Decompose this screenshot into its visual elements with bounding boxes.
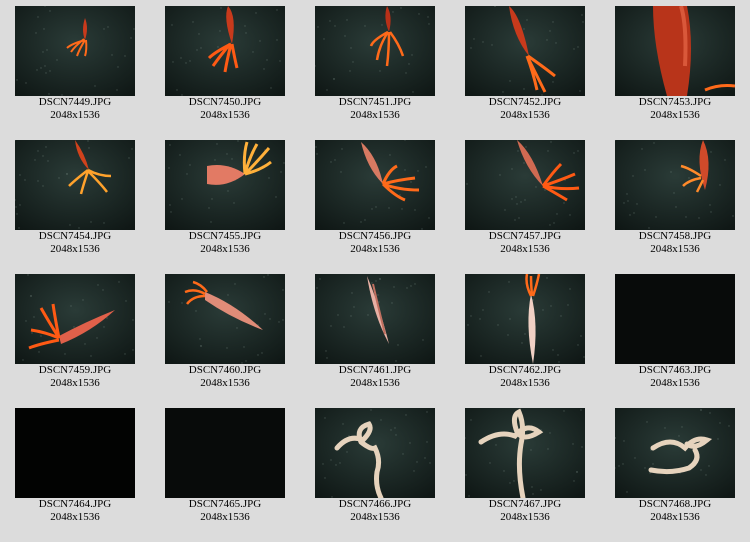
thumbnail-dimensions: 2048x1536: [350, 511, 400, 523]
thumbnail-image[interactable]: [315, 140, 435, 230]
thumbnail-image[interactable]: [315, 408, 435, 498]
thumbnail-filename: DSCN7456.JPG: [338, 230, 412, 242]
thumbnail-dimensions: 2048x1536: [200, 243, 250, 255]
thumbnail-item[interactable]: DSCN7453.JPG 2048x1536: [600, 0, 750, 130]
thumbnail-image[interactable]: [15, 6, 135, 96]
thumbnail-item[interactable]: DSCN7460.JPG 2048x1536: [150, 268, 300, 398]
thumbnail-filename: DSCN7452.JPG: [488, 96, 562, 108]
thumbnail-dimensions: 2048x1536: [50, 243, 100, 255]
thumbnail-filename: DSCN7465.JPG: [188, 498, 262, 510]
thumbnail-image[interactable]: [465, 274, 585, 364]
thumbnail-filename: DSCN7461.JPG: [338, 364, 412, 376]
thumbnail-image[interactable]: [465, 408, 585, 498]
thumbnail-filename: DSCN7468.JPG: [638, 498, 712, 510]
thumbnail-item[interactable]: DSCN7466.JPG 2048x1536: [300, 402, 450, 532]
thumbnail-dimensions: 2048x1536: [200, 109, 250, 121]
thumbnail-item[interactable]: DSCN7457.JPG 2048x1536: [450, 134, 600, 264]
thumbnail-image[interactable]: [165, 140, 285, 230]
thumbnail-dimensions: 2048x1536: [350, 377, 400, 389]
thumbnail-item[interactable]: DSCN7467.JPG 2048x1536: [450, 402, 600, 532]
thumbnail-dimensions: 2048x1536: [650, 109, 700, 121]
thumbnail-image[interactable]: [165, 408, 285, 498]
thumbnail-item[interactable]: DSCN7462.JPG 2048x1536: [450, 268, 600, 398]
thumbnail-dimensions: 2048x1536: [500, 511, 550, 523]
thumbnail-filename: DSCN7460.JPG: [188, 364, 262, 376]
thumbnail-image[interactable]: [165, 6, 285, 96]
thumbnail-dimensions: 2048x1536: [200, 511, 250, 523]
thumbnail-dimensions: 2048x1536: [500, 243, 550, 255]
thumbnail-item[interactable]: DSCN7459.JPG 2048x1536: [0, 268, 150, 398]
thumbnail-dimensions: 2048x1536: [650, 377, 700, 389]
thumbnail-image[interactable]: [615, 274, 735, 364]
thumbnail-dimensions: 2048x1536: [500, 109, 550, 121]
thumbnail-image[interactable]: [15, 274, 135, 364]
thumbnail-item[interactable]: DSCN7450.JPG 2048x1536: [150, 0, 300, 130]
thumbnail-item[interactable]: DSCN7452.JPG 2048x1536: [450, 0, 600, 130]
thumbnail-item[interactable]: DSCN7463.JPG 2048x1536: [600, 268, 750, 398]
thumbnail-image[interactable]: [615, 140, 735, 230]
thumbnail-item[interactable]: DSCN7454.JPG 2048x1536: [0, 134, 150, 264]
thumbnail-item[interactable]: DSCN7449.JPG 2048x1536: [0, 0, 150, 130]
thumbnail-filename: DSCN7454.JPG: [38, 230, 112, 242]
thumbnail-image[interactable]: [315, 274, 435, 364]
thumbnail-item[interactable]: DSCN7458.JPG 2048x1536: [600, 134, 750, 264]
thumbnail-filename: DSCN7459.JPG: [38, 364, 112, 376]
thumbnail-item[interactable]: DSCN7456.JPG 2048x1536: [300, 134, 450, 264]
thumbnail-image[interactable]: [15, 408, 135, 498]
thumbnail-dimensions: 2048x1536: [200, 377, 250, 389]
thumbnail-filename: DSCN7463.JPG: [638, 364, 712, 376]
thumbnail-dimensions: 2048x1536: [50, 109, 100, 121]
thumbnail-dimensions: 2048x1536: [350, 243, 400, 255]
thumbnail-filename: DSCN7449.JPG: [38, 96, 112, 108]
thumbnail-image[interactable]: [615, 408, 735, 498]
thumbnail-filename: DSCN7453.JPG: [638, 96, 712, 108]
thumbnail-item[interactable]: DSCN7455.JPG 2048x1536: [150, 134, 300, 264]
thumbnail-dimensions: 2048x1536: [350, 109, 400, 121]
thumbnail-filename: DSCN7464.JPG: [38, 498, 112, 510]
thumbnail-image[interactable]: [465, 140, 585, 230]
thumbnail-dimensions: 2048x1536: [650, 511, 700, 523]
thumbnail-filename: DSCN7458.JPG: [638, 230, 712, 242]
thumbnail-dimensions: 2048x1536: [650, 243, 700, 255]
thumbnail-item[interactable]: DSCN7468.JPG 2048x1536: [600, 402, 750, 532]
thumbnail-item[interactable]: DSCN7451.JPG 2048x1536: [300, 0, 450, 130]
thumbnail-image[interactable]: [315, 6, 435, 96]
thumbnail-dimensions: 2048x1536: [500, 377, 550, 389]
thumbnail-grid: DSCN7449.JPG 2048x1536 DSCN7450.JPG 2048x1…: [0, 0, 750, 542]
thumbnail-item[interactable]: DSCN7465.JPG 2048x1536: [150, 402, 300, 532]
thumbnail-image[interactable]: [15, 140, 135, 230]
thumbnail-filename: DSCN7450.JPG: [188, 96, 262, 108]
thumbnail-image[interactable]: [465, 6, 585, 96]
thumbnail-filename: DSCN7455.JPG: [188, 230, 262, 242]
thumbnail-image[interactable]: [165, 274, 285, 364]
thumbnail-filename: DSCN7451.JPG: [338, 96, 412, 108]
thumbnail-item[interactable]: DSCN7464.JPG 2048x1536: [0, 402, 150, 532]
thumbnail-dimensions: 2048x1536: [50, 511, 100, 523]
thumbnail-image[interactable]: [615, 6, 735, 96]
thumbnail-filename: DSCN7457.JPG: [488, 230, 562, 242]
thumbnail-filename: DSCN7462.JPG: [488, 364, 562, 376]
thumbnail-item[interactable]: DSCN7461.JPG 2048x1536: [300, 268, 450, 398]
thumbnail-filename: DSCN7467.JPG: [488, 498, 562, 510]
thumbnail-dimensions: 2048x1536: [50, 377, 100, 389]
thumbnail-filename: DSCN7466.JPG: [338, 498, 412, 510]
